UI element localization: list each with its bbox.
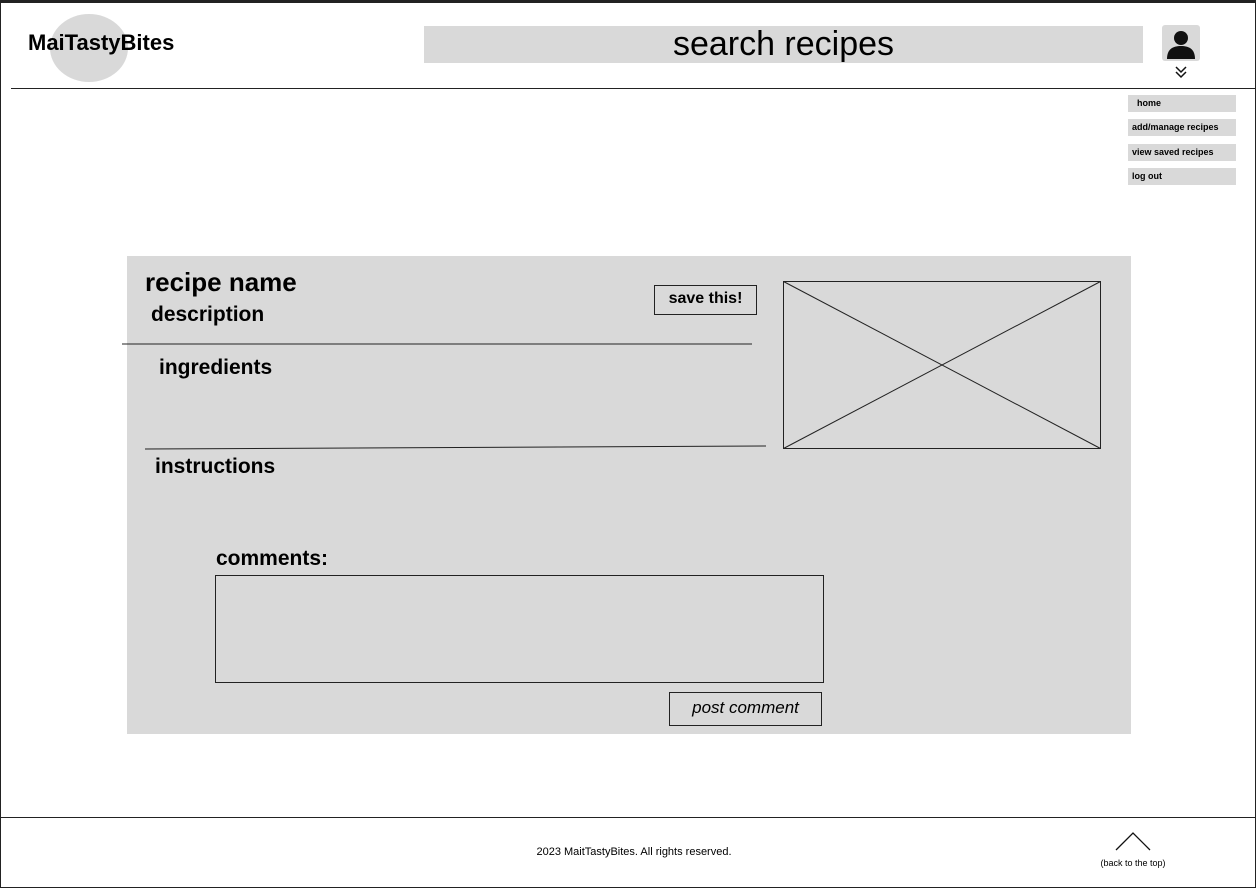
back-to-top-link[interactable]: (back to the top) (1093, 858, 1173, 868)
user-icon[interactable] (1162, 25, 1200, 61)
ingredients-heading: ingredients (159, 356, 273, 379)
footer-copyright: 2023 MaitTastyBites. All rights reserved… (536, 846, 732, 858)
chevron-up-icon[interactable] (1114, 831, 1152, 853)
search-input[interactable] (424, 26, 1143, 63)
recipe-description: description (151, 303, 265, 326)
comments-heading: comments: (216, 547, 329, 570)
menu-item-view-saved-recipes[interactable]: view saved recipes (1128, 144, 1236, 161)
recipe-image-placeholder (783, 281, 1101, 449)
menu-item-add-manage-recipes[interactable]: add/manage recipes (1128, 119, 1236, 136)
site-logo[interactable]: MaiTastyBites (28, 30, 174, 56)
menu-item-home[interactable]: home (1128, 95, 1236, 112)
menu-item-log-out[interactable]: log out (1128, 168, 1236, 185)
instructions-heading: instructions (155, 455, 276, 478)
header-divider (11, 88, 1256, 89)
comment-input[interactable] (215, 575, 824, 683)
footer-divider (0, 817, 1256, 818)
recipe-title: recipe name (145, 267, 297, 297)
double-chevron-down-icon[interactable] (1174, 65, 1188, 79)
save-button[interactable]: save this! (654, 285, 757, 315)
post-comment-button[interactable]: post comment (669, 692, 822, 726)
